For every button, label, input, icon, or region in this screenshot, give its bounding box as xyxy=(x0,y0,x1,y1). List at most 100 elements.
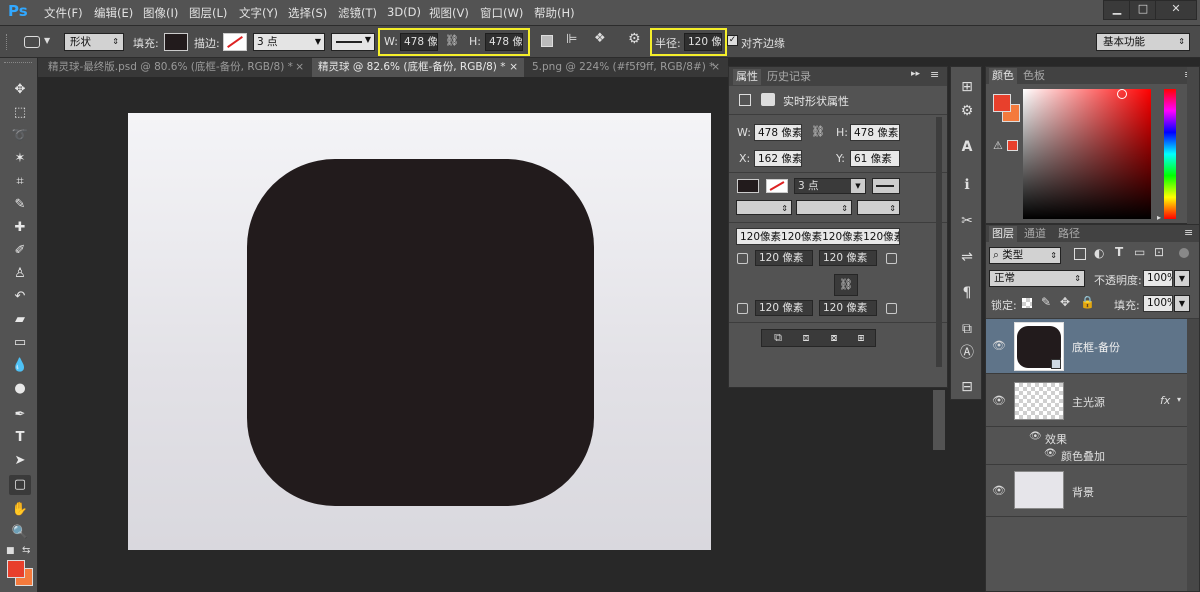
warning-icon[interactable]: ⚠ xyxy=(993,139,1003,152)
tool-preset-picker[interactable]: ▼ xyxy=(22,32,56,52)
filter-shape-icon[interactable]: ▭ xyxy=(1134,245,1145,259)
lock-transparency-icon[interactable] xyxy=(1022,298,1032,308)
zoom-tool-icon[interactable]: 🔍 xyxy=(9,523,31,543)
eyedropper-tool-icon[interactable]: ✎ xyxy=(9,195,31,215)
eraser-tool-icon[interactable]: ▰ xyxy=(9,310,31,330)
paragraph-panel-icon[interactable]: ¶ xyxy=(957,283,977,303)
minimize-button[interactable]: ▁ xyxy=(1103,0,1131,20)
layer-name[interactable]: 背景 xyxy=(1072,484,1094,500)
swap-colors-icon[interactable]: ⇆ xyxy=(22,545,30,556)
history-brush-tool-icon[interactable]: ↶ xyxy=(9,287,31,307)
path-selection-tool-icon[interactable]: ➤ xyxy=(9,451,31,471)
menu-select[interactable]: 选择(S) xyxy=(288,5,327,21)
brush-tool-icon[interactable]: ✐ xyxy=(9,241,31,261)
marquee-tool-icon[interactable]: ⬚ xyxy=(9,103,31,123)
tab-channels[interactable]: 通道 xyxy=(1024,226,1046,242)
rounded-rectangle-tool-icon[interactable]: ▢ xyxy=(9,475,31,495)
blur-tool-icon[interactable]: 💧 xyxy=(9,356,31,376)
fx-badge[interactable]: fx xyxy=(1160,394,1170,407)
mode-select[interactable]: 形状 ⇕ xyxy=(64,33,124,51)
menu-layer[interactable]: 图层(L) xyxy=(189,5,227,21)
exclude-overlap-icon[interactable]: ⧆ xyxy=(850,332,872,344)
menu-window[interactable]: 窗口(W) xyxy=(480,5,523,21)
panel-scrollbar[interactable] xyxy=(1187,67,1199,225)
foreground-color-swatch[interactable] xyxy=(993,94,1011,112)
menu-3d[interactable]: 3D(D) xyxy=(387,5,421,19)
tab-layers[interactable]: 图层 xyxy=(989,226,1017,242)
fill-dropdown[interactable]: ▼ xyxy=(1174,295,1190,312)
tab-document-2[interactable]: 精灵球 @ 82.6% (底框-备份, RGB/8) * × xyxy=(312,58,524,77)
rounded-rectangle-shape[interactable] xyxy=(247,159,594,506)
lock-all-icon[interactable]: 🔒 xyxy=(1080,295,1095,309)
panel-menu-icon[interactable]: ≡ xyxy=(930,68,939,81)
close-icon[interactable]: × xyxy=(711,58,720,77)
menu-file[interactable]: 文件(F) xyxy=(44,5,83,21)
layer-row-main-light[interactable]: 👁 主光源 fx ▾ xyxy=(986,375,1199,427)
type-tool-icon[interactable]: T xyxy=(9,428,31,448)
y-input[interactable]: 61 像素 xyxy=(850,150,900,167)
move-tool-icon[interactable]: ✥ xyxy=(9,80,31,100)
fill-swatch[interactable] xyxy=(737,179,759,193)
eye-icon[interactable]: 👁 xyxy=(992,339,1006,353)
fill-input[interactable]: 100% xyxy=(1143,295,1173,312)
gradient-tool-icon[interactable]: ▭ xyxy=(9,333,31,353)
menu-filter[interactable]: 滤镜(T) xyxy=(338,5,377,21)
opacity-dropdown[interactable]: ▼ xyxy=(1174,270,1190,287)
corner-tr-checkbox[interactable] xyxy=(886,253,897,264)
healing-brush-tool-icon[interactable]: ✚ xyxy=(9,218,31,238)
filter-adjustment-icon[interactable]: ◐ xyxy=(1094,246,1104,260)
lock-pixels-icon[interactable]: ✎ xyxy=(1041,295,1051,309)
clone-source-icon[interactable]: ⧉ xyxy=(957,319,977,339)
filter-smart-object-icon[interactable]: ⊡ xyxy=(1154,245,1164,259)
corner-bl-input[interactable]: 120 像素 xyxy=(755,300,813,316)
stroke-width-select[interactable]: 3 点 ▼ xyxy=(794,178,866,194)
path-operations-icon[interactable] xyxy=(541,35,553,47)
menu-type[interactable]: 文字(Y) xyxy=(239,5,278,21)
pen-tool-icon[interactable]: ✒ xyxy=(9,405,31,425)
collapse-icon[interactable]: ▸▸ xyxy=(911,69,920,79)
corner-radii-field[interactable]: 120像素120像素120像素120像素 xyxy=(736,228,900,245)
character-styles-icon[interactable]: Ⓐ xyxy=(957,343,977,363)
color-picker-circle[interactable] xyxy=(1117,89,1127,99)
layer-row-base-frame[interactable]: 👁 底框-备份 xyxy=(986,319,1199,374)
corner-tl-input[interactable]: 120 像素 xyxy=(755,250,813,266)
corner-tl-checkbox[interactable] xyxy=(737,253,748,264)
tab-color[interactable]: 颜色 xyxy=(989,68,1017,84)
corner-br-input[interactable]: 120 像素 xyxy=(819,300,877,316)
dodge-tool-icon[interactable]: ● xyxy=(9,379,31,399)
x-input[interactable]: 162 像素 xyxy=(754,150,802,167)
maximize-button[interactable]: □ xyxy=(1129,0,1157,20)
height-input[interactable]: 478 像素 xyxy=(485,33,523,51)
mask-icon[interactable] xyxy=(761,93,775,106)
layer-filter-select[interactable]: ⌕ 类型 ⇕ xyxy=(989,247,1061,264)
menu-image[interactable]: 图像(I) xyxy=(143,5,178,21)
stroke-cap-select[interactable]: ⇕ xyxy=(796,200,852,215)
stroke-type-select[interactable] xyxy=(872,178,900,194)
panel-menu-icon[interactable]: ≡ xyxy=(1184,226,1193,239)
panel-scrollbar[interactable] xyxy=(936,117,942,367)
tab-paths[interactable]: 路径 xyxy=(1058,226,1080,242)
filter-toggle[interactable] xyxy=(1179,248,1189,258)
clone-stamp-tool-icon[interactable]: ♙ xyxy=(9,264,31,284)
tab-history[interactable]: 历史记录 xyxy=(767,69,811,85)
width-input[interactable]: 478 像素 xyxy=(400,33,438,51)
eye-icon[interactable]: 👁 xyxy=(1044,448,1057,459)
brush-presets-icon[interactable]: ✂ xyxy=(957,211,977,231)
opacity-input[interactable]: 100% xyxy=(1143,270,1173,287)
expand-effects-icon[interactable]: ▾ xyxy=(1177,395,1181,404)
eye-icon[interactable]: 👁 xyxy=(992,484,1006,498)
eye-icon[interactable]: 👁 xyxy=(992,394,1006,408)
combine-shapes-icon[interactable]: ⧉ xyxy=(767,332,789,344)
color-field[interactable] xyxy=(1023,89,1151,219)
filter-pixel-icon[interactable] xyxy=(1074,248,1086,260)
gear-icon[interactable]: ⚙ xyxy=(628,31,641,47)
effect-color-overlay[interactable]: 颜色叠加 xyxy=(1061,448,1105,464)
tab-document-1[interactable]: 精灵球-最终版.psd @ 80.6% (底框-备份, RGB/8) * × xyxy=(42,58,310,77)
default-colors-icon[interactable]: ■ xyxy=(6,546,15,556)
stroke-width-select[interactable]: 3 点 ▼ xyxy=(253,33,325,51)
layer-row-background[interactable]: 👁 背景 xyxy=(986,465,1199,517)
eye-icon[interactable]: 👁 xyxy=(1029,431,1042,442)
stroke-swatch[interactable] xyxy=(223,33,247,51)
subtract-shape-icon[interactable]: ⧈ xyxy=(795,332,817,344)
menu-help[interactable]: 帮助(H) xyxy=(534,5,575,21)
